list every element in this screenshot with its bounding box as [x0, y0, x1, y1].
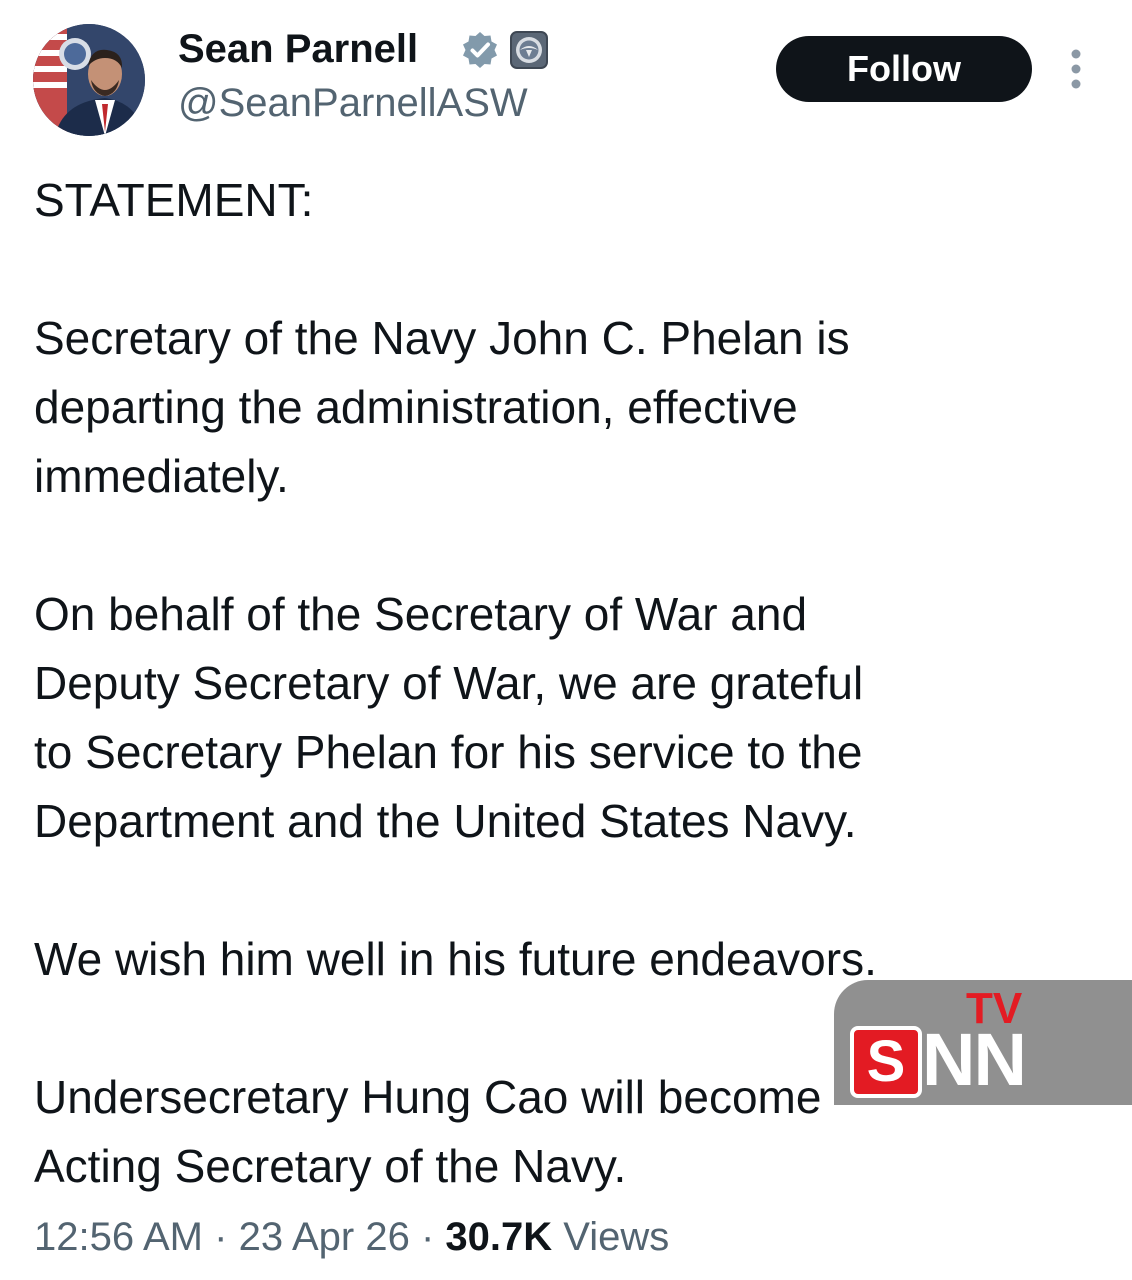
tweet-meta: 12:56 AM · 23 Apr 26 · 30.7K Views	[34, 1210, 669, 1264]
views-count: 30.7K	[445, 1215, 553, 1259]
author-handle[interactable]: @SeanParnellASW	[178, 80, 528, 126]
more-options-icon[interactable]	[1062, 46, 1090, 92]
avatar[interactable]	[33, 24, 145, 136]
department-seal-icon[interactable]	[509, 30, 549, 70]
author-name[interactable]: Sean Parnell	[178, 26, 418, 72]
meta-separator: ·	[214, 1215, 239, 1259]
meta-separator: ·	[420, 1215, 446, 1259]
verified-badge-icon	[460, 30, 500, 70]
tweet-date[interactable]: 23 Apr 26	[239, 1215, 410, 1259]
watermark-nn: NN	[922, 1018, 1027, 1101]
views-label: Views	[563, 1215, 670, 1259]
tweet-time[interactable]: 12:56 AM	[34, 1215, 203, 1259]
snn-tv-watermark: TV S NN	[834, 980, 1132, 1105]
follow-button[interactable]: Follow	[776, 36, 1032, 102]
watermark-s: S	[850, 1026, 922, 1098]
